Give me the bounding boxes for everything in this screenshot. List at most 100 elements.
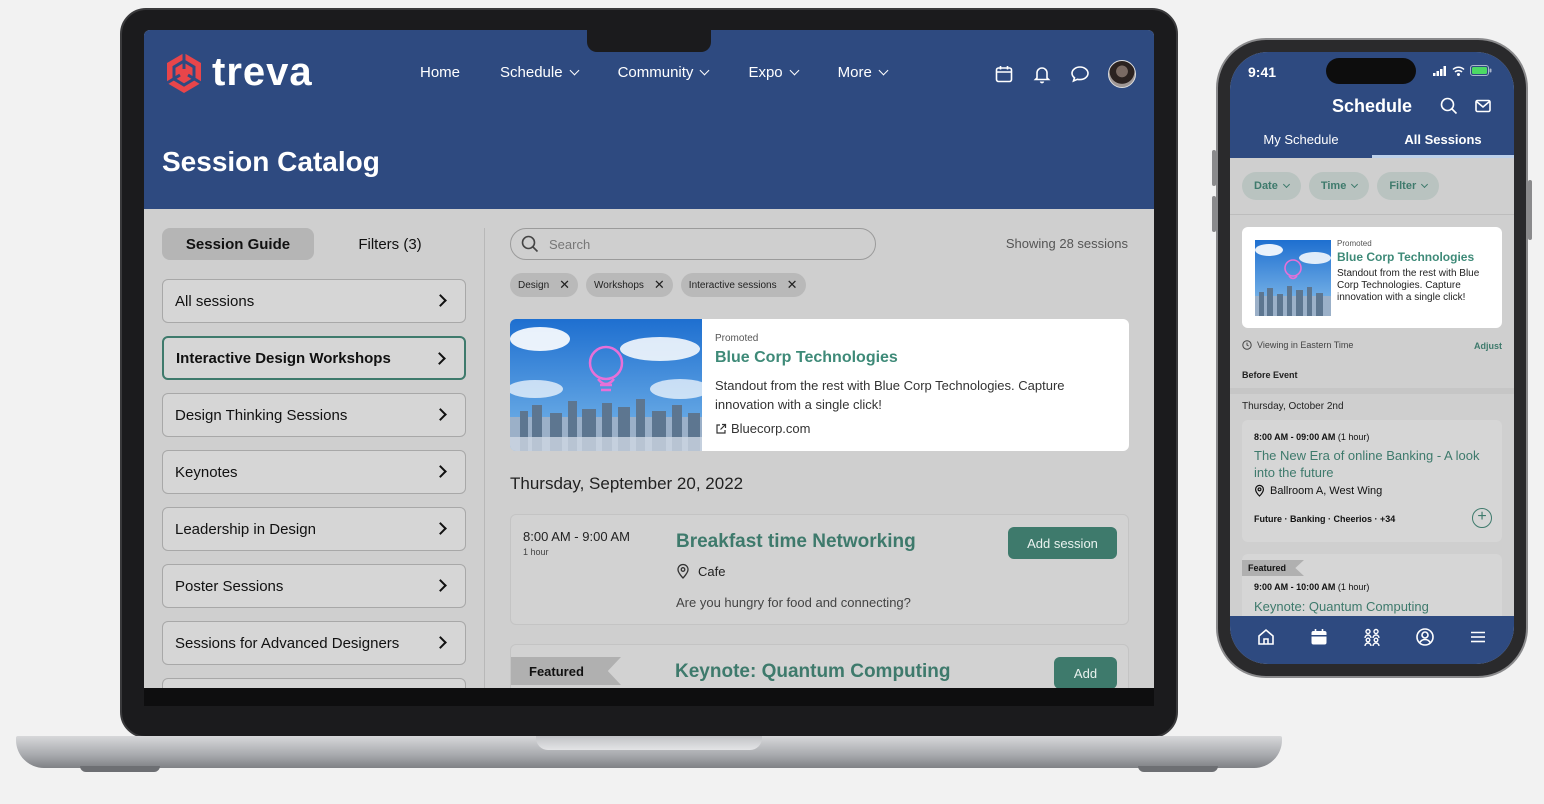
location-pin-icon	[1254, 484, 1265, 497]
promo-image	[1255, 240, 1331, 316]
nav-home[interactable]: Home	[420, 64, 460, 81]
sidebar-item-poster-sessions[interactable]: Poster Sessions	[162, 564, 466, 608]
site-header: treva Home Schedule Community Expo More …	[144, 30, 1154, 209]
close-icon[interactable]: ✕	[787, 277, 798, 293]
promo-image	[510, 319, 702, 451]
session-duration: (1 hour)	[1337, 582, 1370, 592]
nav-more-label: More	[837, 64, 872, 81]
chevron-down-icon	[789, 65, 800, 76]
sidebar-item-label: Interactive Design Workshops	[176, 349, 391, 367]
session-card[interactable]: 8:00 AM - 09:00 AM (1 hour) The New Era …	[1242, 420, 1502, 542]
nav-home-label: Home	[420, 64, 461, 81]
session-location: Ballroom A, West Wing	[1254, 484, 1382, 497]
page-title: Session Catalog	[162, 146, 380, 177]
adjust-link[interactable]: Adjust	[1474, 341, 1502, 351]
filter-chip[interactable]: Workshops ✕	[586, 273, 673, 297]
session-card[interactable]: Featured 9:00 AM - 10:00 AM (1 hour) Key…	[1242, 554, 1502, 624]
filter-chip[interactable]: Interactive sessions ✕	[680, 273, 806, 297]
calendar-icon[interactable]	[994, 64, 1014, 84]
search-placeholder: Search	[549, 236, 591, 252]
brand-logo[interactable]: treva	[164, 50, 313, 95]
nav-community[interactable]: Community	[617, 64, 710, 81]
sidebar-tabs: Session Guide Filters (3)	[162, 228, 466, 260]
nav-community-label: Community	[617, 64, 694, 81]
signal-icon	[1433, 65, 1446, 76]
column-divider	[484, 228, 485, 688]
more-filter[interactable]: Filter	[1377, 172, 1440, 200]
close-icon[interactable]: ✕	[559, 277, 570, 293]
session-card[interactable]: Featured Keynote: Quantum Computing Add	[510, 644, 1129, 688]
add-session-icon[interactable]: +	[1472, 508, 1492, 528]
chevron-right-icon	[434, 579, 447, 592]
sidebar-item-all-sessions[interactable]: All sessions	[162, 279, 466, 323]
sidebar-item-more[interactable]	[162, 678, 466, 688]
chevron-down-icon	[878, 65, 889, 76]
chip-label: Workshops	[594, 279, 644, 291]
laptop-notch	[587, 30, 711, 52]
profile-icon[interactable]	[1415, 627, 1435, 647]
nav-expo[interactable]: Expo	[748, 64, 800, 81]
session-title[interactable]: Keynote: Quantum Computing	[1254, 599, 1429, 614]
session-time: 8:00 AM - 09:00 AM (1 hour)	[1254, 432, 1369, 442]
session-tags: Future · Banking · Cheerios · +34	[1254, 514, 1396, 524]
tab-all-sessions[interactable]: All Sessions	[1372, 130, 1514, 158]
nav-schedule[interactable]: Schedule	[500, 64, 580, 81]
session-time: 9:00 AM - 10:00 AM (1 hour)	[1254, 582, 1369, 592]
sidebar-item-label: Poster Sessions	[175, 577, 284, 595]
chevron-down-icon	[699, 65, 710, 76]
brand-name: treva	[212, 50, 313, 94]
sidebar-item-keynotes[interactable]: Keynotes	[162, 450, 466, 494]
results-count: Showing 28 sessions	[1005, 236, 1128, 251]
tab-my-schedule[interactable]: My Schedule	[1230, 130, 1372, 158]
menu-icon[interactable]	[1468, 627, 1488, 647]
promo-title[interactable]: Blue Corp Technologies	[1337, 250, 1474, 264]
sidebar-item-interactive-design-workshops[interactable]: Interactive Design Workshops	[162, 336, 466, 380]
time-filter[interactable]: Time	[1308, 172, 1370, 200]
filter-label: Date	[1254, 180, 1278, 192]
phone-tabs: My Schedule All Sessions	[1230, 130, 1514, 158]
chat-icon[interactable]	[1070, 64, 1090, 84]
chevron-down-icon	[569, 65, 580, 76]
tab-filters[interactable]: Filters (3)	[314, 228, 466, 260]
promoted-card[interactable]: Promoted Blue Corp Technologies Standout…	[510, 319, 1129, 451]
chevron-right-icon	[434, 465, 447, 478]
promo-title[interactable]: Blue Corp Technologies	[715, 349, 898, 367]
search-input[interactable]: Search	[510, 228, 876, 260]
sidebar-item-label: Design Thinking Sessions	[175, 406, 348, 424]
date-filter[interactable]: Date	[1242, 172, 1301, 200]
chevron-right-icon	[434, 522, 447, 535]
promoted-card[interactable]: Promoted Blue Corp Technologies Standout…	[1242, 227, 1502, 328]
sidebar-item-advanced-designers[interactable]: Sessions for Advanced Designers	[162, 621, 466, 665]
promo-link-text: Bluecorp.com	[731, 421, 811, 436]
calendar-icon[interactable]	[1309, 627, 1329, 647]
add-session-button[interactable]: Add session	[1008, 527, 1117, 559]
home-icon[interactable]	[1256, 627, 1276, 647]
bell-icon[interactable]	[1032, 64, 1052, 84]
treva-logo-icon	[166, 52, 202, 93]
tab-session-guide[interactable]: Session Guide	[162, 228, 314, 260]
nav-more[interactable]: More	[837, 64, 889, 81]
session-title[interactable]: The New Era of online Banking - A look i…	[1254, 447, 1484, 481]
laptop-foot	[80, 766, 160, 772]
mail-icon[interactable]	[1474, 97, 1492, 115]
promoted-label: Promoted	[715, 333, 759, 344]
add-button[interactable]: Add	[1054, 657, 1117, 688]
session-title[interactable]: Keynote: Quantum Computing	[675, 661, 950, 683]
close-icon[interactable]: ✕	[654, 277, 665, 293]
sidebar-item-design-thinking[interactable]: Design Thinking Sessions	[162, 393, 466, 437]
promo-link[interactable]: Bluecorp.com	[715, 421, 810, 436]
user-avatar[interactable]	[1108, 60, 1136, 88]
filter-chip[interactable]: Design ✕	[510, 273, 579, 297]
session-title[interactable]: Breakfast time Networking	[676, 531, 916, 553]
people-icon[interactable]	[1362, 627, 1382, 647]
session-duration: 1 hour	[523, 547, 549, 557]
chevron-right-icon	[434, 408, 447, 421]
session-card[interactable]: 8:00 AM - 9:00 AM 1 hour Breakfast time …	[510, 514, 1129, 625]
search-icon[interactable]	[1440, 97, 1458, 115]
phone-volume-button	[1212, 196, 1216, 232]
dynamic-island	[1326, 58, 1416, 84]
sidebar-item-leadership[interactable]: Leadership in Design	[162, 507, 466, 551]
status-icons	[1433, 65, 1492, 76]
phone-volume-button	[1212, 150, 1216, 186]
session-duration: (1 hour)	[1337, 432, 1370, 442]
